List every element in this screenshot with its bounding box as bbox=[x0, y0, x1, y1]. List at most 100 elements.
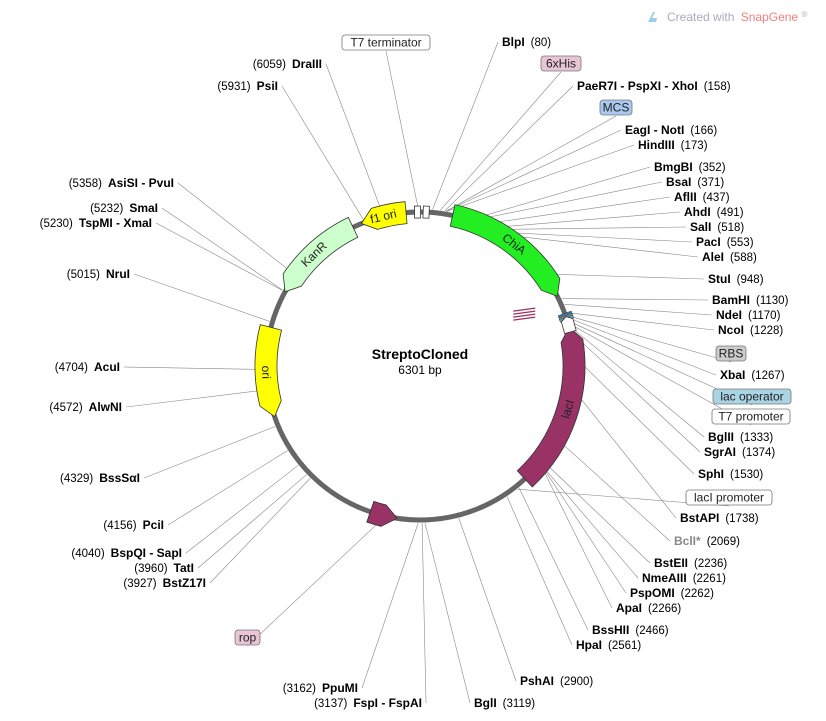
site-position: (1333) bbox=[740, 432, 773, 444]
site-ndei[interactable]: NdeI (1170) bbox=[716, 308, 781, 322]
site-aflii[interactable]: AflII (437) bbox=[674, 190, 730, 204]
callout-rbs[interactable]: RBS bbox=[715, 345, 747, 362]
callout-rop[interactable]: rop bbox=[234, 629, 261, 646]
site-position: (2561) bbox=[608, 640, 641, 652]
site-position: (948) bbox=[737, 274, 764, 286]
site-tati[interactable]: (3960) TatI bbox=[134, 561, 194, 575]
site-smai[interactable]: (5232) SmaI bbox=[90, 201, 158, 215]
site-position: (2261) bbox=[693, 573, 726, 585]
site-bspqi-sapi[interactable]: (4040) BspQI - SapI bbox=[71, 546, 182, 560]
callout-text: RBS bbox=[719, 347, 744, 361]
site-sphi[interactable]: SphI (1530) bbox=[698, 467, 763, 481]
callout-lac-operator[interactable]: lac operator bbox=[712, 388, 792, 405]
site-name: AleI bbox=[702, 250, 724, 264]
site-asisi-pvui[interactable]: (5358) AsiSI - PvuI bbox=[69, 176, 174, 190]
site-leader-line bbox=[486, 196, 671, 224]
watermark: Created with SnapGene ® bbox=[648, 10, 807, 24]
site-position: (2266) bbox=[648, 603, 681, 615]
site-nrui[interactable]: (5015) NruI bbox=[67, 267, 130, 281]
site-bmgbi[interactable]: BmgBI (352) bbox=[654, 160, 726, 174]
site-pshai[interactable]: PshAI (2900) bbox=[520, 674, 593, 688]
site-hpai[interactable]: HpaI (2561) bbox=[576, 638, 641, 652]
callout-mcs[interactable]: MCS bbox=[599, 99, 633, 116]
feature-chia[interactable] bbox=[449, 204, 561, 297]
callout-text: lac operator bbox=[720, 390, 783, 404]
plasmid-size: 6301 bp bbox=[398, 363, 442, 377]
callout-t7-promoter[interactable]: T7 promoter bbox=[711, 408, 791, 425]
site-leader-line bbox=[543, 461, 651, 564]
site-tspmi-xmai[interactable]: (5230) TspMI - XmaI bbox=[40, 216, 152, 230]
site-bstapi[interactable]: BstAPI (1738) bbox=[680, 511, 759, 525]
site-position: (1170) bbox=[748, 310, 781, 322]
site-bamhi[interactable]: BamHI (1130) bbox=[712, 293, 789, 307]
site-bcli[interactable]: BclI* (2069) bbox=[674, 534, 740, 548]
plasmid-map: Created with SnapGene ® ChiAlacIoriKanRf… bbox=[40, 10, 808, 710]
feature-t7-terminator[interactable] bbox=[414, 205, 422, 219]
site-position: (4704) bbox=[55, 362, 88, 374]
site-name: TspMI - XmaI bbox=[79, 216, 152, 230]
site-position: (518) bbox=[717, 222, 744, 234]
site-bstz17i[interactable]: (3927) BstZ17I bbox=[123, 576, 206, 590]
site-leader-line bbox=[161, 207, 283, 291]
site-leader-line bbox=[567, 312, 715, 331]
site-fspi-fspai[interactable]: (3137) FspI - FspAI bbox=[314, 696, 422, 710]
site-name: DraIII bbox=[292, 57, 322, 71]
site-paci[interactable]: PacI (553) bbox=[696, 235, 754, 249]
site-sali[interactable]: SalI (518) bbox=[690, 220, 744, 234]
site-name: SgrAI bbox=[704, 445, 736, 459]
plasmid-name: StreptoCloned bbox=[372, 346, 468, 362]
site-bsshii[interactable]: BssHII (2466) bbox=[592, 623, 669, 637]
site-leader-line bbox=[421, 522, 427, 704]
site-name: AflII bbox=[674, 190, 697, 204]
site-pcii[interactable]: (4156) PciI bbox=[103, 518, 164, 532]
site-position: (588) bbox=[730, 252, 757, 264]
feature-his-tag[interactable] bbox=[422, 205, 430, 219]
site-leader-line bbox=[541, 464, 639, 579]
site-leader-line bbox=[547, 273, 705, 280]
site-bsai[interactable]: BsaI (371) bbox=[666, 175, 724, 189]
site-ncoi[interactable]: NcoI (1228) bbox=[718, 323, 783, 337]
site-bsss-i[interactable]: (4329) BssSαI bbox=[60, 471, 140, 485]
site-bsteii[interactable]: BstEII (2236) bbox=[654, 556, 727, 570]
site-sgrai[interactable]: SgrAI (1374) bbox=[704, 445, 775, 459]
callout-leader-line bbox=[385, 50, 419, 210]
site-bglii[interactable]: BglII (1333) bbox=[708, 430, 773, 444]
site-alwni[interactable]: (4572) AlwNI bbox=[49, 400, 122, 414]
site-position: (352) bbox=[699, 162, 726, 174]
site-xbai[interactable]: XbaI (1267) bbox=[720, 368, 785, 382]
site-blpi[interactable]: BlpI (80) bbox=[502, 35, 551, 49]
site-pspomi[interactable]: PspOMI (2262) bbox=[630, 586, 714, 600]
site-position: (2262) bbox=[681, 588, 714, 600]
site-name: BstAPI bbox=[680, 511, 719, 525]
site-bgli[interactable]: BglI (3119) bbox=[474, 696, 535, 710]
site-hindiii[interactable]: HindIII (173) bbox=[638, 138, 708, 152]
site-acui[interactable]: (4704) AcuI bbox=[55, 360, 120, 374]
site-alei[interactable]: AleI (588) bbox=[702, 250, 757, 264]
callout-text: T7 promoter bbox=[718, 410, 783, 424]
callout-laci-promoter[interactable]: lacI promoter bbox=[685, 489, 773, 506]
site-position: (437) bbox=[703, 192, 730, 204]
site-paer7i-pspxi-xhoi[interactable]: PaeR7I - PspXI - XhoI (158) bbox=[577, 79, 731, 93]
site-name: SmaI bbox=[129, 201, 158, 215]
site-name: StuI bbox=[708, 272, 731, 286]
site-psii[interactable]: (5931) PsiI bbox=[217, 79, 278, 93]
site-stui[interactable]: StuI (948) bbox=[708, 272, 764, 286]
callout-t7-terminator[interactable]: T7 terminator bbox=[341, 34, 431, 51]
callout-6xhis[interactable]: 6xHis bbox=[540, 55, 582, 72]
site-apai[interactable]: ApaI (2266) bbox=[616, 601, 681, 615]
site-name: BssSαI bbox=[99, 471, 140, 485]
feature-rop[interactable] bbox=[366, 500, 398, 527]
site-name: PaeR7I - PspXI - XhoI bbox=[577, 79, 698, 93]
site-position: (5358) bbox=[69, 178, 102, 190]
site-eagi-noti[interactable]: EagI - NotI (166) bbox=[625, 123, 717, 137]
site-ahdi[interactable]: AhdI (491) bbox=[684, 205, 744, 219]
site-nmeaiii[interactable]: NmeAIII (2261) bbox=[642, 571, 726, 585]
site-leader-line bbox=[569, 318, 717, 376]
site-name: BmgBI bbox=[654, 160, 693, 174]
feature-label-ori: ori bbox=[259, 365, 274, 379]
site-leader-line bbox=[445, 129, 622, 212]
callout-text: MCS bbox=[603, 101, 630, 115]
site-draiii[interactable]: (6059) DraIII bbox=[253, 57, 322, 71]
site-ppumi[interactable]: (3162) PpuMI bbox=[283, 681, 358, 695]
site-leader-line bbox=[209, 478, 311, 584]
